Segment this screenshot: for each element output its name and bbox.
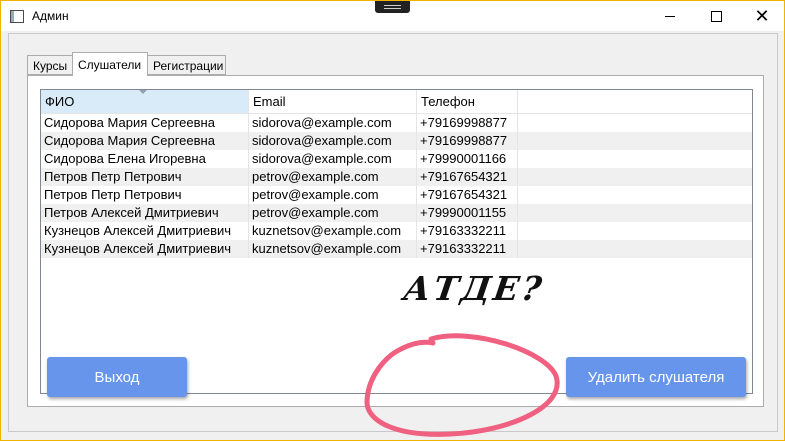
table-row[interactable]: Сидорова Мария Сергеевна sidorova@exampl… (41, 114, 752, 132)
cell-fio: Петров Алексей Дмитриевич (41, 204, 249, 222)
tab-courses[interactable]: Курсы (27, 55, 73, 75)
app-window-icon (10, 9, 24, 23)
cell-email: petrov@example.com (249, 168, 417, 186)
cell-email: kuznetsov@example.com (249, 222, 417, 240)
tab-registrations[interactable]: Регистрации (147, 55, 226, 75)
cell-phone: +79163332211 (417, 222, 518, 240)
cell-phone: +79167654321 (417, 186, 518, 204)
cell-filler (518, 204, 752, 222)
cell-phone: +79169998877 (417, 132, 518, 150)
handwritten-annotation: АТДЕ? (401, 269, 548, 308)
cell-filler (518, 114, 752, 132)
cell-email: sidorova@example.com (249, 150, 417, 168)
close-button[interactable]: ✕ (739, 1, 785, 31)
table-row[interactable]: Кузнецов Алексей Дмитриевич kuznetsov@ex… (41, 240, 752, 258)
column-header-label: ФИО (45, 94, 75, 109)
table-row[interactable]: Сидорова Елена Игоревна sidorova@example… (41, 150, 752, 168)
table-row[interactable]: Петров Петр Петрович petrov@example.com … (41, 186, 752, 204)
drag-handle-icon[interactable] (375, 1, 410, 13)
cell-fio: Сидорова Мария Сергеевна (41, 132, 249, 150)
column-header-fio[interactable]: ФИО (41, 90, 249, 113)
maximize-button[interactable] (693, 1, 739, 31)
column-header-phone[interactable]: Телефон (417, 90, 518, 113)
delete-listener-button[interactable]: Удалить слушателя (566, 357, 746, 397)
table-row[interactable]: Петров Петр Петрович petrov@example.com … (41, 168, 752, 186)
cell-phone: +79990001155 (417, 204, 518, 222)
column-header-email[interactable]: Email (249, 90, 417, 113)
cell-email: sidorova@example.com (249, 132, 417, 150)
close-icon: ✕ (754, 6, 770, 26)
scribble-circle-annotation (364, 333, 560, 437)
cell-phone: +79990001166 (417, 150, 518, 168)
sort-arrow-icon (139, 90, 147, 94)
cell-fio: Сидорова Мария Сергеевна (41, 114, 249, 132)
exit-button[interactable]: Выход (47, 357, 187, 397)
cell-phone: +79169998877 (417, 114, 518, 132)
cell-fio: Петров Петр Петрович (41, 168, 249, 186)
cell-phone: +79167654321 (417, 168, 518, 186)
minimize-icon (665, 15, 675, 17)
table-row[interactable]: Петров Алексей Дмитриевич petrov@example… (41, 204, 752, 222)
tab-listeners[interactable]: Слушатели (72, 52, 148, 76)
cell-email: petrov@example.com (249, 186, 417, 204)
maximize-icon (710, 10, 722, 22)
cell-filler (518, 186, 752, 204)
window-title: Админ (32, 9, 69, 23)
title-bar[interactable]: Админ ✕ (1, 1, 784, 31)
cell-email: sidorova@example.com (249, 114, 417, 132)
table-row[interactable]: Кузнецов Алексей Дмитриевич kuznetsov@ex… (41, 222, 752, 240)
cell-filler (518, 132, 752, 150)
cell-fio: Сидорова Елена Игоревна (41, 150, 249, 168)
cell-filler (518, 150, 752, 168)
table-row[interactable]: Сидорова Мария Сергеевна sidorova@exampl… (41, 132, 752, 150)
cell-phone: +79163332211 (417, 240, 518, 258)
cell-fio: Петров Петр Петрович (41, 186, 249, 204)
cell-email: kuznetsov@example.com (249, 240, 417, 258)
cell-fio: Кузнецов Алексей Дмитриевич (41, 240, 249, 258)
cell-email: petrov@example.com (249, 204, 417, 222)
cell-filler (518, 240, 752, 258)
cell-filler (518, 222, 752, 240)
minimize-button[interactable] (647, 1, 693, 31)
cell-fio: Кузнецов Алексей Дмитриевич (41, 222, 249, 240)
cell-filler (518, 168, 752, 186)
grid-header: ФИО Email Телефон (41, 90, 752, 114)
app-window: Админ ✕ Курсы Слушатели Регистрации ФИО … (0, 0, 785, 441)
